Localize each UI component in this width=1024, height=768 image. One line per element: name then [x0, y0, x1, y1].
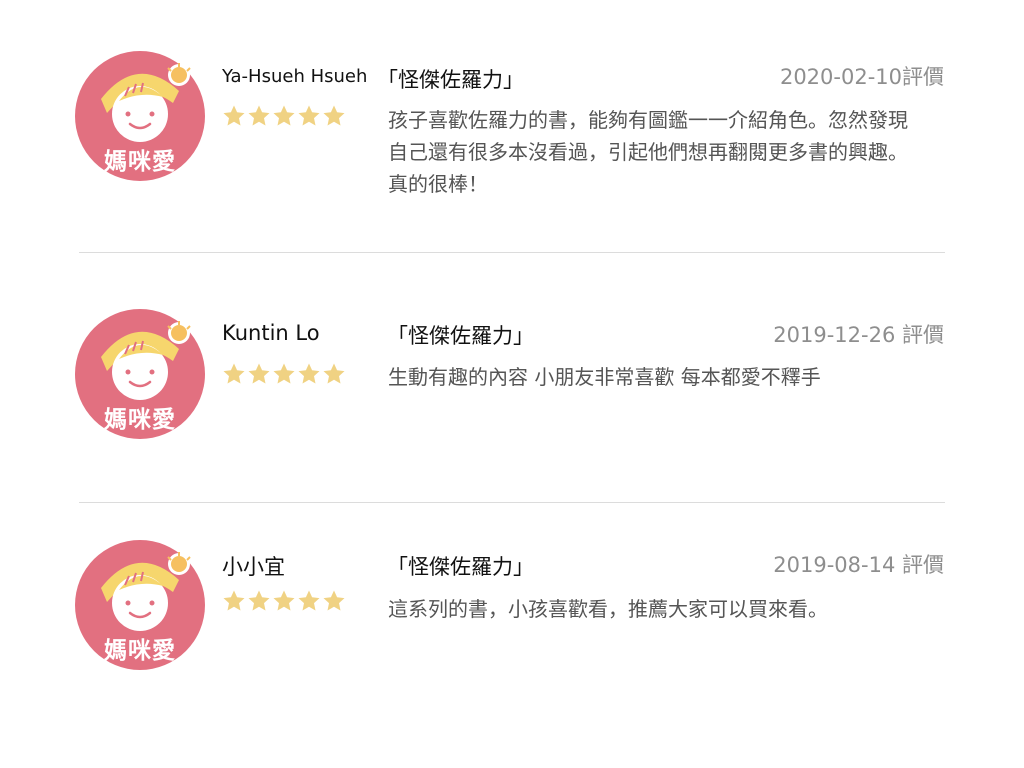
review-divider: [79, 252, 945, 253]
star-icon: [248, 590, 270, 611]
avatar-label: 媽咪愛: [104, 407, 176, 433]
review-text-line: 生動有趣的內容 小朋友非常喜歡 每本都愛不釋手: [388, 365, 821, 389]
star-icon: [248, 363, 270, 384]
review-date: 2019-08-14 評價: [773, 553, 944, 577]
star-icon: [323, 363, 345, 384]
star-icon: [223, 590, 245, 611]
review-text: 生動有趣的內容 小朋友非常喜歡 每本都愛不釋手: [388, 361, 958, 393]
review-divider: [79, 502, 945, 503]
avatar: 媽咪愛: [75, 540, 205, 670]
reviewer-name: 小小宜: [222, 555, 285, 579]
star-icon: [273, 590, 295, 611]
avatar: 媽咪愛: [75, 309, 205, 439]
book-title: 「怪傑佐羅力」: [387, 555, 534, 579]
star-icon: [223, 363, 245, 384]
review-item: 媽咪愛 小小宜 「怪傑佐羅力」 2019-08-14 評價 這系列的書，小孩喜歡…: [0, 0, 1024, 670]
star-icon: [323, 590, 345, 611]
review-text-line: 這系列的書，小孩喜歡看，推薦大家可以買來看。: [388, 597, 828, 621]
review-date: 2019-12-26 評價: [773, 323, 944, 347]
star-icon: [298, 363, 320, 384]
avatar-label: 媽咪愛: [104, 638, 176, 664]
book-title: 「怪傑佐羅力」: [387, 324, 534, 348]
star-icon: [273, 363, 295, 384]
rating-stars: [222, 362, 346, 386]
rating-stars: [222, 589, 346, 613]
reviewer-name: Kuntin Lo: [222, 321, 320, 345]
star-icon: [298, 590, 320, 611]
review-text: 這系列的書，小孩喜歡看，推薦大家可以買來看。: [388, 593, 958, 625]
